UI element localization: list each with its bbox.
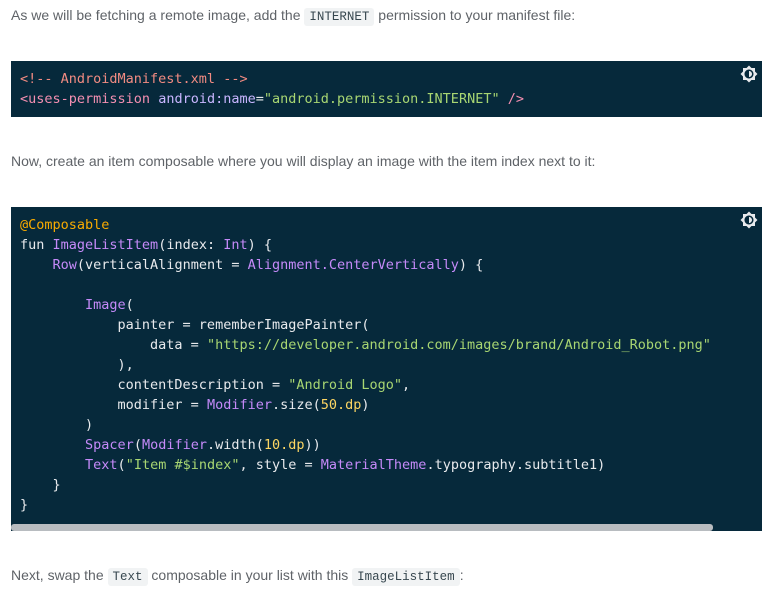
- code-number: 50.dp: [320, 397, 362, 413]
- code-token: modifier =: [20, 397, 207, 413]
- code-token: (verticalAlignment =: [76, 257, 248, 273]
- code-string: "Android Logo": [288, 377, 403, 393]
- inline-code-text: Text: [107, 568, 148, 586]
- code-function: Spacer: [85, 437, 134, 453]
- code-token: , style =: [239, 457, 321, 473]
- inline-code-internet: INTERNET: [304, 8, 375, 26]
- brightness-icon: [740, 211, 758, 229]
- theme-toggle-button[interactable]: [740, 65, 758, 83]
- code-token: ) {: [247, 237, 272, 253]
- code-line: ),: [20, 357, 134, 373]
- code-token: data =: [20, 337, 207, 353]
- code-token: contentDescription =: [20, 377, 289, 393]
- paragraph-text: permission to your manifest file:: [374, 7, 576, 23]
- code-string: "android.permission.INTERNET": [263, 91, 500, 107]
- item-paragraph: Now, create an item composable where you…: [11, 153, 596, 169]
- manifest-code: <!-- AndroidManifest.xml --> <uses-permi…: [11, 61, 762, 109]
- code-type: Int: [223, 237, 248, 253]
- code-token: )): [304, 437, 321, 453]
- code-token: (: [133, 437, 142, 453]
- code-token: ): [361, 397, 370, 413]
- code-token: (index:: [158, 237, 224, 253]
- inline-code-imagelistitem: ImageListItem: [352, 568, 460, 586]
- paragraph-text: composable in your list with this: [147, 567, 353, 583]
- code-token: (: [117, 457, 126, 473]
- manifest-code-block: <!-- AndroidManifest.xml --> <uses-permi…: [11, 61, 762, 117]
- code-token: =: [255, 91, 264, 107]
- code-type: Alignment.CenterVertically: [247, 257, 459, 273]
- code-function: Row: [52, 257, 77, 273]
- code-line: }: [20, 497, 29, 513]
- code-tag: />: [499, 91, 524, 107]
- code-function: Text: [85, 457, 118, 473]
- horizontal-scrollbar[interactable]: [11, 524, 713, 531]
- code-token: ) {: [458, 257, 484, 273]
- code-type: MaterialTheme: [320, 457, 427, 473]
- paragraph-text: Next, swap the: [11, 567, 108, 583]
- code-token: (: [125, 297, 134, 313]
- swap-paragraph: Next, swap the Text composable in your l…: [11, 565, 464, 587]
- composable-code-block: @Composable fun ImageListItem(index: Int…: [11, 207, 762, 531]
- code-line: }: [20, 477, 61, 493]
- code-string: "https://developer.android.com/images/br…: [206, 337, 711, 353]
- code-token: ,: [402, 377, 411, 393]
- composable-code: @Composable fun ImageListItem(index: Int…: [11, 207, 762, 515]
- theme-toggle-button[interactable]: [740, 211, 758, 229]
- code-type: Modifier: [206, 397, 272, 413]
- code-number: 10.dp: [263, 437, 305, 453]
- code-line: ): [20, 417, 94, 433]
- code-keyword: fun: [20, 237, 53, 253]
- code-token: .width(: [206, 437, 264, 453]
- paragraph-text: As we will be fetching a remote image, a…: [11, 7, 305, 23]
- code-comment: <!-- AndroidManifest.xml -->: [20, 71, 248, 87]
- intro-paragraph: As we will be fetching a remote image, a…: [11, 5, 575, 27]
- code-function: ImageListItem: [52, 237, 159, 253]
- code-string: "Item #$index": [125, 457, 240, 473]
- brightness-icon: [740, 65, 758, 83]
- code-line: painter = rememberImagePainter(: [20, 317, 370, 333]
- code-tag: <uses-permission: [20, 91, 151, 107]
- code-attr: android:name: [158, 91, 256, 107]
- code-annotation: @Composable: [20, 217, 110, 233]
- paragraph-text: :: [459, 567, 464, 583]
- code-function: Image: [85, 297, 126, 313]
- code-token: .size(: [271, 397, 321, 413]
- code-token: .typography.subtitle1): [426, 457, 606, 473]
- code-type: Modifier: [141, 437, 207, 453]
